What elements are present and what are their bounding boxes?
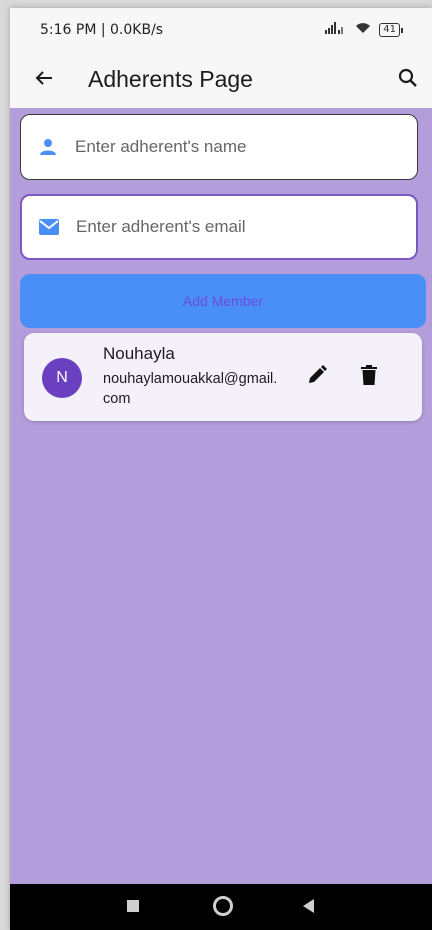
status-bar: 5:16 PM | 0.0KB/s 41 — [10, 8, 432, 54]
member-email: nouhaylamouakkal@gmail.com — [103, 371, 278, 407]
home-button[interactable] — [213, 896, 233, 916]
status-icons: 41 — [325, 22, 403, 37]
email-icon — [38, 216, 60, 238]
add-member-button[interactable]: Add Member — [20, 274, 426, 328]
delete-button[interactable] — [356, 364, 382, 390]
battery-icon: 41 — [379, 22, 403, 37]
edit-button[interactable] — [304, 364, 330, 390]
arrow-back-icon — [34, 68, 54, 93]
phone-screen: 5:16 PM | 0.0KB/s 41 Adherents Page Ente… — [10, 8, 432, 930]
email-input[interactable] — [74, 216, 378, 238]
avatar: N — [42, 358, 82, 398]
signal-icon — [325, 22, 347, 37]
email-field[interactable] — [20, 194, 418, 260]
name-field[interactable] — [20, 114, 418, 180]
system-nav-bar — [10, 884, 432, 930]
status-time: 5:16 PM | 0.0KB/s — [40, 22, 164, 38]
recents-button[interactable] — [127, 900, 139, 912]
person-icon — [37, 136, 59, 158]
app-bar: Adherents Page — [10, 54, 432, 108]
member-name: Nouhayla — [103, 344, 175, 363]
system-back-button[interactable] — [303, 899, 314, 913]
search-button[interactable] — [392, 64, 424, 96]
name-input[interactable] — [73, 136, 377, 158]
member-card: N Nouhayla nouhaylamouakkal@gmail.com — [24, 333, 422, 421]
pencil-icon — [307, 364, 327, 390]
page-title: Adherents Page — [88, 66, 253, 92]
search-icon — [398, 68, 418, 93]
wifi-icon — [355, 22, 371, 37]
back-button[interactable] — [28, 64, 60, 96]
trash-icon — [361, 364, 377, 390]
